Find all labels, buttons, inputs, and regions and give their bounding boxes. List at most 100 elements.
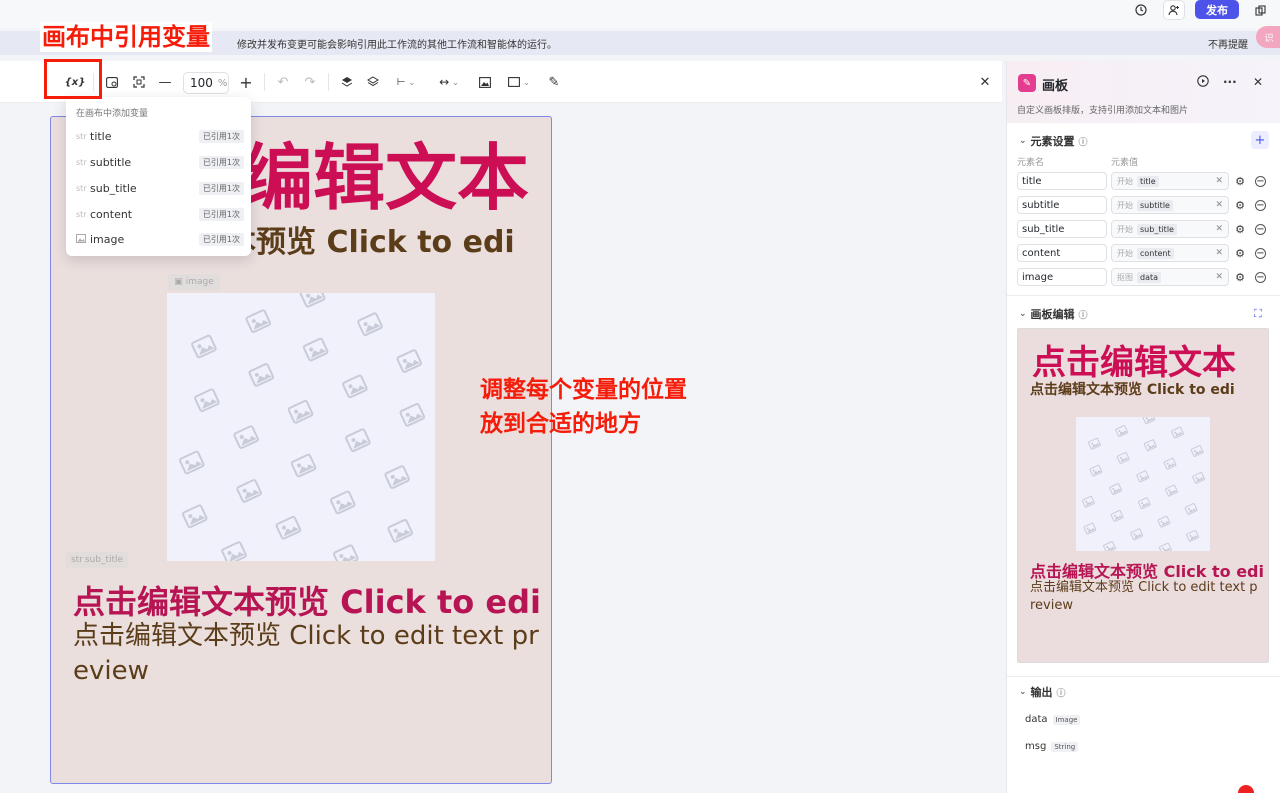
close-panel-icon[interactable]: ✕ — [1253, 75, 1263, 89]
element-value-select[interactable]: 开始 sub_title ✕ — [1111, 220, 1229, 238]
dropdown-heading: 在画布中添加变量 — [76, 109, 149, 119]
history-icon[interactable] — [1130, 0, 1152, 20]
value-tag: content — [1137, 247, 1174, 259]
dropdown-item-sub-title[interactable]: str sub_title 已引用1次 — [76, 178, 244, 198]
toolbar-divider — [264, 73, 265, 91]
canvas-sub-title-text[interactable]: 点击编辑文本预览 Click to edi — [73, 577, 541, 623]
pen-icon[interactable]: ✎ — [547, 73, 561, 91]
close-editor-icon[interactable]: ✕ — [978, 73, 992, 91]
annotation-line-1: 调整每个变量的位置 — [480, 377, 687, 403]
canvas-title-text[interactable]: 编辑文本 — [241, 135, 529, 221]
panel-title: 画板 — [1042, 79, 1069, 94]
clear-icon[interactable]: ✕ — [1215, 272, 1223, 282]
clear-icon[interactable]: ✕ — [1215, 200, 1223, 210]
publish-button[interactable]: 发布 — [1195, 0, 1239, 19]
dismiss-notice-link[interactable]: 不再提醒 — [1208, 36, 1248, 51]
sub-title-variable-tag: str sub_title — [66, 552, 128, 568]
reference-count-badge: 已引用1次 — [198, 181, 244, 195]
dropdown-item-image[interactable]: image 已引用1次 — [76, 229, 244, 249]
remove-row-icon[interactable]: − — [1255, 176, 1266, 187]
canvas-node-panel: ✎ 画板 ··· ✕ 自定义画板排版，支持引用添加文本和图片 ⌄ 元素设置 ⓘ … — [1006, 61, 1280, 793]
column-header-value: 元素值 — [1111, 158, 1139, 168]
fit-screen-icon[interactable] — [131, 73, 147, 91]
assistant-avatar[interactable]: 识 — [1256, 26, 1280, 48]
remove-row-icon[interactable]: − — [1255, 224, 1266, 235]
undo-icon[interactable]: ↶ — [276, 73, 290, 91]
shape-dropdown-icon[interactable]: ⌄ — [505, 73, 533, 91]
output-header[interactable]: ⌄ 输出 ⓘ — [1019, 684, 1066, 700]
placeholder-pattern — [178, 293, 426, 561]
run-icon[interactable] — [1197, 75, 1209, 90]
zoom-input[interactable]: 100 % — [183, 72, 229, 94]
output-type-badge: String — [1051, 741, 1079, 752]
image-tag-label: image — [185, 277, 214, 287]
remove-row-icon[interactable]: − — [1255, 200, 1266, 211]
add-element-button[interactable]: + — [1251, 131, 1269, 149]
element-name-input[interactable]: sub_title — [1017, 220, 1107, 238]
element-value-select[interactable]: 抠图 data ✕ — [1111, 268, 1229, 286]
element-value-select[interactable]: 开始 title ✕ — [1111, 172, 1229, 190]
canvas-preview[interactable]: 点击编辑文本 点击编辑文本预览 Click to edi 点击编辑文本预览 Cl… — [1017, 328, 1269, 663]
element-name-input[interactable]: image — [1017, 268, 1107, 286]
element-value-select[interactable]: 开始 subtitle ✕ — [1111, 196, 1229, 214]
value-source: 抠图 — [1117, 272, 1133, 282]
expand-icon[interactable]: ⛶ — [1254, 307, 1262, 321]
dropdown-item-title[interactable]: str title 已引用1次 — [76, 126, 244, 146]
element-name-input[interactable]: subtitle — [1017, 196, 1107, 214]
gear-icon[interactable]: ⚙ — [1234, 175, 1246, 188]
more-icon[interactable]: ··· — [1223, 75, 1237, 89]
gear-icon[interactable]: ⚙ — [1234, 247, 1246, 260]
element-value-select[interactable]: 开始 content ✕ — [1111, 244, 1229, 262]
clear-icon[interactable]: ✕ — [1215, 176, 1223, 186]
dropdown-item-label: content — [90, 207, 133, 221]
dropdown-item-subtitle[interactable]: str subtitle 已引用1次 — [76, 152, 244, 172]
image-insert-icon[interactable] — [478, 73, 492, 91]
user-add-icon[interactable] — [1163, 0, 1185, 20]
preview-content-text: 点击编辑文本预览 Click to edit text preview — [1030, 580, 1258, 613]
preview-image-placeholder — [1076, 417, 1210, 551]
copy-icon[interactable] — [1249, 0, 1271, 20]
image-frame-icon[interactable] — [104, 73, 120, 91]
output-label: 输出 — [1030, 686, 1053, 699]
reference-count-badge: 已引用1次 — [198, 207, 244, 221]
zoom-out-icon[interactable]: — — [158, 73, 172, 91]
layers-icon[interactable] — [366, 73, 380, 91]
element-name-input[interactable]: content — [1017, 244, 1107, 262]
toolbar-divider — [328, 73, 329, 91]
dropdown-item-content[interactable]: str content 已引用1次 — [76, 204, 244, 224]
annotation-instruction: 调整每个变量的位置 放到合适的地方 — [480, 373, 687, 441]
clear-icon[interactable]: ✕ — [1215, 248, 1223, 258]
canvas-content-text[interactable]: 点击编辑文本预览 Click to edit text preview — [73, 619, 543, 689]
align-dropdown-icon[interactable]: ⊢ ⌄ — [394, 73, 418, 91]
canvas-image-placeholder[interactable] — [167, 293, 435, 561]
canvas-subtitle-text[interactable]: 本预览 Click to edi — [226, 217, 515, 261]
dropdown-item-label: subtitle — [90, 155, 132, 169]
layer-up-icon[interactable] — [340, 73, 354, 91]
canvas-node-icon: ✎ — [1018, 74, 1036, 92]
clear-icon[interactable]: ✕ — [1215, 224, 1223, 234]
remove-row-icon[interactable]: − — [1255, 248, 1266, 259]
distribute-dropdown-icon[interactable]: ↔ ⌄ — [436, 73, 462, 91]
string-type-icon: str — [76, 183, 87, 193]
string-type-icon: str — [76, 209, 87, 219]
element-settings-header[interactable]: ⌄ 元素设置 ⓘ — [1019, 133, 1088, 149]
output-type-badge: Image — [1052, 714, 1081, 725]
element-name-input[interactable]: title — [1017, 172, 1107, 190]
redo-icon[interactable]: ↷ — [303, 73, 317, 91]
string-type-icon: str — [76, 157, 87, 167]
remove-row-icon[interactable]: − — [1255, 272, 1266, 283]
gear-icon[interactable]: ⚙ — [1234, 223, 1246, 236]
canvas-edit-header[interactable]: ⌄ 画板编辑 ⓘ — [1019, 306, 1088, 322]
gear-icon[interactable]: ⚙ — [1234, 199, 1246, 212]
gear-icon[interactable]: ⚙ — [1234, 271, 1246, 284]
element-settings-label: 元素设置 — [1030, 135, 1075, 148]
image-variable-tag: ▣ image — [168, 274, 220, 290]
column-header-name: 元素名 — [1017, 158, 1045, 168]
section-divider — [1007, 295, 1280, 296]
sub-title-tag-label: sub_title — [84, 555, 124, 565]
panel-header: ✎ 画板 ··· ✕ 自定义画板排版，支持引用添加文本和图片 — [1007, 61, 1280, 123]
chevron-down-icon: ⌄ — [1019, 309, 1027, 319]
zoom-in-icon[interactable]: + — [239, 73, 253, 92]
preview-placeholder-pattern — [1081, 417, 1206, 551]
value-source: 开始 — [1117, 200, 1133, 210]
